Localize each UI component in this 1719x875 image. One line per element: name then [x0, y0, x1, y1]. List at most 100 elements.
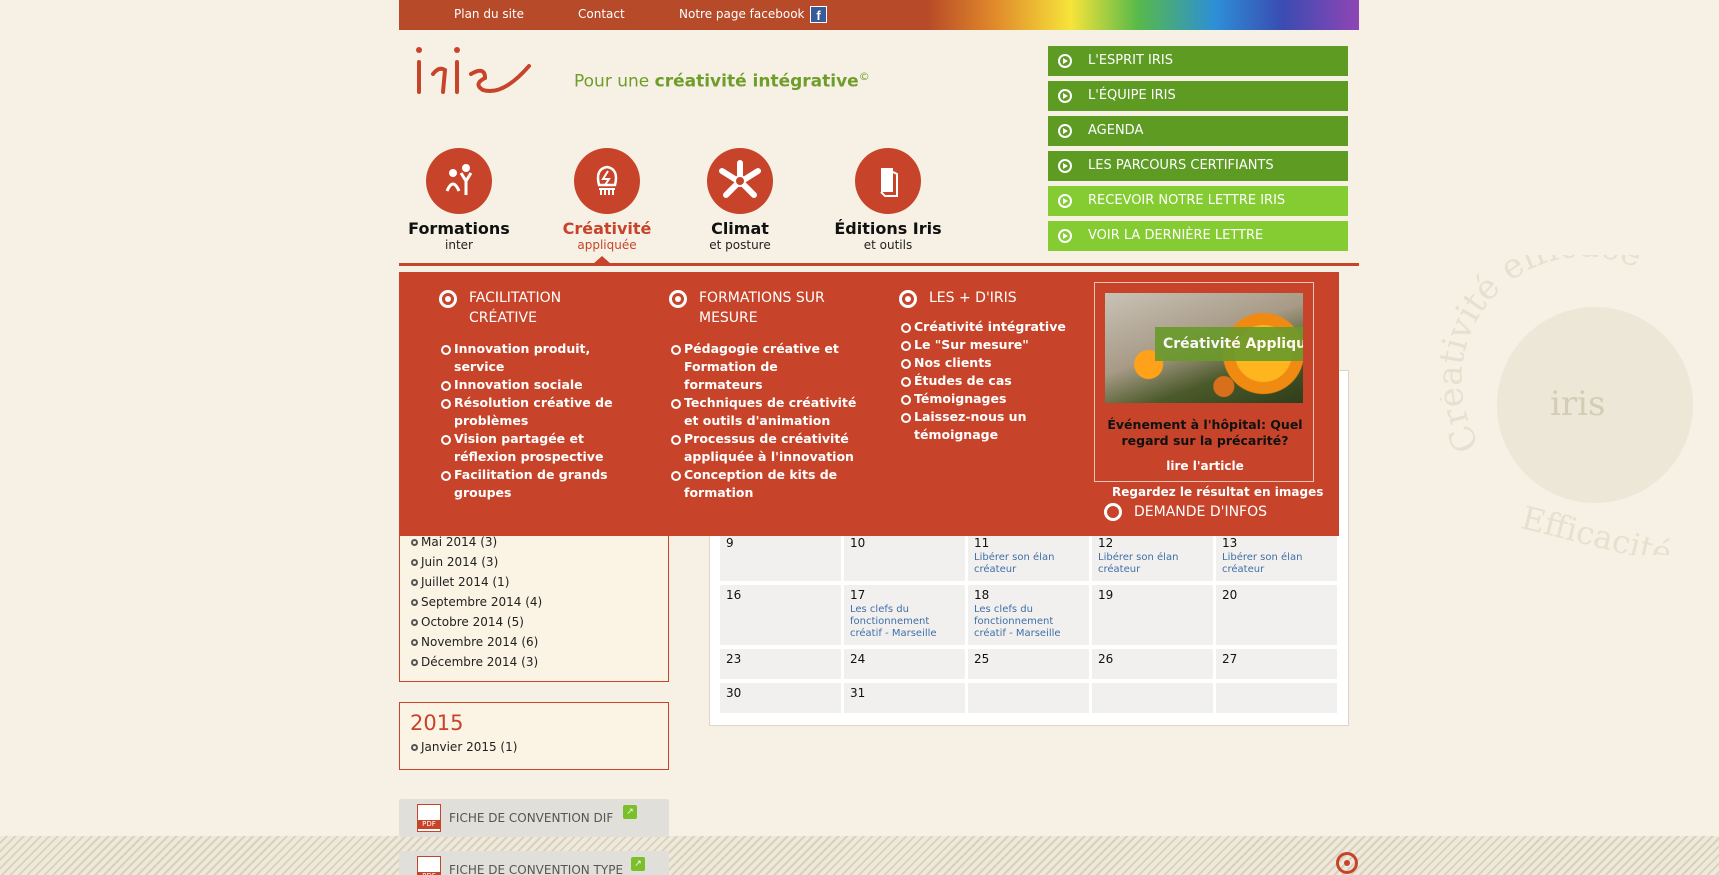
calendar-day[interactable]: 23 — [720, 649, 841, 679]
calendar-event[interactable]: Les clefs du fonctionnement créatif - Ma… — [974, 604, 1083, 640]
svg-text:Efficacité: Efficacité — [1518, 499, 1676, 555]
iris-logo[interactable]: iris — [413, 40, 533, 100]
calendar-day[interactable]: 25 — [968, 649, 1089, 679]
mega-column-title[interactable]: LES + D'IRIS — [899, 288, 1079, 308]
mega-menu-item[interactable]: Laissez-nous un témoignage — [901, 408, 1079, 444]
facebook-icon[interactable]: f — [810, 6, 827, 23]
external-link-icon: ↗ — [631, 857, 645, 871]
calendar-day[interactable]: 24 — [844, 649, 965, 679]
mega-menu-item[interactable]: Techniques de créativité et outils d'ani… — [671, 394, 859, 430]
archive-year: 2015 — [410, 711, 464, 735]
pdf-convention-dif-button[interactable]: PDF FICHE DE CONVENTION DIF ↗ — [399, 799, 669, 837]
nav-creativite[interactable]: Créativité appliquée — [552, 148, 662, 252]
archive-item[interactable]: Janvier 2015 (1) — [400, 737, 668, 757]
read-article-link[interactable]: lire l'article — [1095, 459, 1315, 473]
archive-item[interactable]: Juillet 2014 (1) — [400, 572, 668, 592]
background-watermark: Créativité efficace Efficacité iris — [1440, 255, 1693, 555]
archive-2015-box: 2015 Janvier 2015 (1) — [399, 702, 669, 770]
calendar-day[interactable]: 12 Libérer son élan créateur — [1092, 533, 1213, 581]
calendar-day[interactable]: 20 — [1216, 585, 1337, 645]
mega-menu-item[interactable]: Processus de créativité appliquée à l'in… — [671, 430, 859, 466]
mega-menu-item[interactable]: Résolution créative de problèmes — [441, 394, 629, 430]
nav-formations[interactable]: Formations inter — [404, 148, 514, 252]
mega-column-formations: FORMATIONS SUR MESURE Pédagogie créative… — [669, 288, 859, 502]
external-link-icon: ↗ — [623, 805, 637, 819]
nav-climat[interactable]: Climat et posture — [685, 148, 795, 252]
mega-menu-dropdown: FACILITATION CRÉATIVE Innovation produit… — [399, 272, 1339, 536]
side-menu-esprit-iris[interactable]: L'ESPRIT IRIS — [1048, 46, 1348, 76]
pdf-convention-type-button[interactable]: PDF FICHE DE CONVENTION TYPE ↗ — [399, 851, 669, 875]
archive-2014-box: Mai 2014 (3) Juin 2014 (3) Juillet 2014 … — [399, 526, 669, 682]
hands-icon — [707, 148, 773, 214]
calendar-day[interactable]: 26 — [1092, 649, 1213, 679]
mega-menu-item[interactable]: Nos clients — [901, 354, 1079, 372]
pdf-icon: PDF — [417, 804, 441, 832]
archive-item[interactable]: Décembre 2014 (3) — [400, 652, 668, 672]
result-images-link[interactable]: Regardez le résultat en images — [1112, 485, 1323, 499]
sitemap-link[interactable]: Plan du site — [454, 7, 524, 21]
mega-menu-item[interactable]: Études de cas — [901, 372, 1079, 390]
lightbulb-icon — [574, 148, 640, 214]
calendar-day[interactable]: 30 — [720, 683, 841, 713]
mega-column-title[interactable]: FACILITATION CRÉATIVE — [439, 288, 629, 328]
target-icon — [899, 290, 917, 308]
mega-menu-item[interactable]: Créativité intégrative — [901, 318, 1079, 336]
mega-menu-item[interactable]: Facilitation de grands groupes — [441, 466, 629, 502]
archive-item[interactable]: Septembre 2014 (4) — [400, 592, 668, 612]
side-menu-agenda[interactable]: AGENDA — [1048, 116, 1348, 146]
calendar-day[interactable]: 31 — [844, 683, 965, 713]
mega-menu-item[interactable]: Le "Sur mesure" — [901, 336, 1079, 354]
bullet-icon — [411, 559, 418, 566]
contact-link[interactable]: Contact — [578, 7, 625, 21]
tagline: Pour une créativité intégrative© — [574, 70, 870, 92]
mega-menu-item[interactable]: Innovation produit, service — [441, 340, 629, 376]
top-bar: Plan du site Contact Notre page facebook… — [399, 0, 1359, 30]
calendar-event[interactable]: Libérer son élan créateur — [1222, 552, 1331, 576]
arrow-circle-icon — [1058, 124, 1072, 138]
calendar-day[interactable]: 11 Libérer son élan créateur — [968, 533, 1089, 581]
calendar-day[interactable]: 16 — [720, 585, 841, 645]
mega-column-title[interactable]: FORMATIONS SUR MESURE — [669, 288, 859, 328]
main-nav: Formations inter Créativité appliquée Cl… — [399, 148, 1359, 263]
target-icon — [669, 290, 687, 308]
bullet-icon — [411, 659, 418, 666]
page-container: Plan du site Contact Notre page facebook… — [399, 0, 1359, 875]
bullet-icon — [411, 599, 418, 606]
people-icon — [426, 148, 492, 214]
calendar-day[interactable]: 19 — [1092, 585, 1213, 645]
mega-menu-item[interactable]: Vision partagée et réflexion prospective — [441, 430, 629, 466]
featured-tag: Créativité Appliquée — [1155, 327, 1303, 361]
archive-item[interactable]: Novembre 2014 (6) — [400, 632, 668, 652]
svg-text:iris: iris — [1550, 384, 1605, 424]
calendar-day-empty — [1092, 683, 1213, 713]
calendar-event[interactable]: Libérer son élan créateur — [974, 552, 1083, 576]
facebook-link[interactable]: Notre page facebook — [679, 7, 804, 21]
side-menu-equipe-iris[interactable]: L'ÉQUIPE IRIS — [1048, 81, 1348, 111]
calendar-day[interactable]: 13 Libérer son élan créateur — [1216, 533, 1337, 581]
featured-article[interactable]: Créativité Appliquée Événement à l'hôpit… — [1094, 282, 1314, 482]
calendar-day[interactable]: 10 — [844, 533, 965, 581]
archive-item[interactable]: Octobre 2014 (5) — [400, 612, 668, 632]
pdf-icon: PDF — [417, 856, 441, 875]
calendar-day[interactable]: 17 Les clefs du fonctionnement créatif - … — [844, 585, 965, 645]
nav-underline — [399, 263, 1359, 266]
featured-title[interactable]: Événement à l'hôpital: Quel regard sur l… — [1103, 417, 1307, 449]
mega-column-plus: LES + D'IRIS Créativité intégrative Le "… — [899, 288, 1079, 444]
book-icon — [855, 148, 921, 214]
calendar-event[interactable]: Les clefs du fonctionnement créatif - Ma… — [850, 604, 959, 640]
mega-menu-item[interactable]: Témoignages — [901, 390, 1079, 408]
calendar-day-empty — [968, 683, 1089, 713]
target-icon — [439, 290, 457, 308]
mega-menu-item[interactable]: Innovation sociale — [441, 376, 629, 394]
calendar-event[interactable]: Libérer son élan créateur — [1098, 552, 1207, 576]
archive-item[interactable]: Juin 2014 (3) — [400, 552, 668, 572]
calendar-day[interactable]: 9 — [720, 533, 841, 581]
mega-menu-item[interactable]: Conception de kits de formation — [671, 466, 859, 502]
mega-column-facilitation: FACILITATION CRÉATIVE Innovation produit… — [439, 288, 629, 502]
mega-menu-item[interactable]: Pédagogie créative et Formation de forma… — [671, 340, 859, 394]
bullet-icon — [411, 619, 418, 626]
request-info-button[interactable]: DEMANDE D'INFOS — [1104, 502, 1267, 522]
calendar-day[interactable]: 27 — [1216, 649, 1337, 679]
calendar-day[interactable]: 18 Les clefs du fonctionnement créatif - … — [968, 585, 1089, 645]
nav-editions[interactable]: Éditions Iris et outils — [823, 148, 953, 252]
